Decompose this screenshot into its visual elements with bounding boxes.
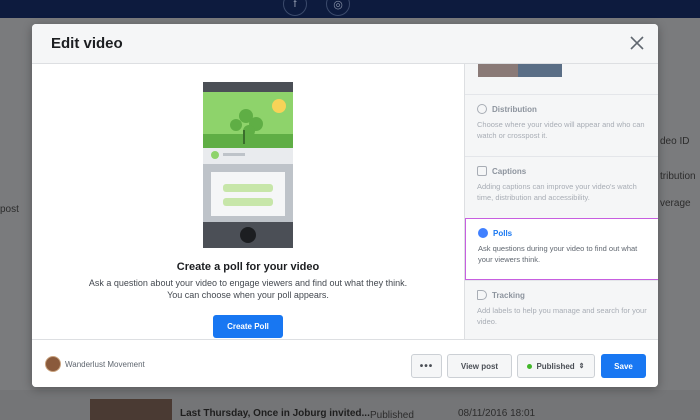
poll-panel: Create a poll for your video Ask a quest… — [32, 64, 464, 339]
save-button[interactable]: Save — [601, 354, 646, 378]
poll-heading: Create a poll for your video — [176, 261, 320, 273]
instagram-icon[interactable]: ◎ — [326, 0, 350, 16]
page-name: Wanderlust Movement — [65, 360, 145, 369]
poll-icon — [478, 228, 488, 238]
dialog-header: Edit video — [32, 24, 658, 64]
sidebar-item-label: Distribution — [492, 104, 537, 114]
sidebar-item-header: Tracking — [477, 290, 525, 300]
sidebar-item-distribution[interactable]: Distribution Choose where your video wil… — [465, 94, 658, 156]
view-post-button[interactable]: View post — [447, 354, 512, 378]
sidebar-item-tracking[interactable]: Tracking Add labels to help you manage a… — [465, 280, 658, 339]
facebook-icon[interactable]: f — [283, 0, 307, 16]
distribution-icon — [477, 104, 487, 114]
background-left-text: post — [0, 204, 19, 215]
background-video-status: Published — [370, 410, 414, 420]
sidebar-item-header: Distribution — [477, 104, 537, 114]
background-video-date: 08/11/2016 18:01 — [458, 408, 536, 419]
published-status-dot — [527, 363, 533, 369]
sidebar-item-label: Polls — [493, 228, 513, 238]
sidebar-item-header: Captions — [477, 166, 526, 176]
sidebar-item-polls[interactable]: Polls Ask questions during your video to… — [465, 218, 658, 280]
sidebar-item-captions[interactable]: Captions Adding captions can improve you… — [465, 156, 658, 218]
sidebar-item-description: Adding captions can improve your video's… — [477, 182, 637, 202]
sidebar-item-description: Ask questions during your video to find … — [478, 244, 638, 264]
dropdown-arrow-icon: ⇕ — [578, 363, 585, 370]
sidebar-item-label: Captions — [492, 166, 527, 176]
top-navigation-bar: f ◎ — [0, 0, 700, 18]
sidebar-item-description: Add labels to help you manage and search… — [477, 306, 647, 326]
dialog-footer: Wanderlust Movement ••• View post Publis… — [32, 339, 658, 387]
background-right-text-3: verage — [660, 198, 691, 209]
published-status-label: Published — [536, 361, 575, 371]
captions-icon — [477, 166, 487, 176]
close-icon[interactable] — [628, 34, 646, 52]
background-video-row: Last Thursday, Once in Joburg invited...… — [0, 390, 700, 420]
sidebar-item-header: Polls — [478, 228, 512, 238]
avatar — [45, 356, 61, 372]
background-video-title: Last Thursday, Once in Joburg invited... — [180, 408, 370, 419]
tag-icon — [477, 290, 487, 300]
video-thumbnail — [478, 64, 562, 77]
published-status-dropdown[interactable]: Published ⇕ — [517, 354, 595, 378]
settings-sidebar: Distribution Choose where your video wil… — [464, 64, 658, 339]
sidebar-item-label: Tracking — [492, 290, 525, 300]
edit-video-dialog: Edit video Create a poll for your video … — [32, 24, 658, 387]
background-right-text-1: deo ID — [660, 136, 690, 147]
poll-description: Ask a question about your video to engag… — [88, 278, 408, 300]
sidebar-item-description: Choose where your video will appear and … — [477, 120, 645, 140]
create-poll-button[interactable]: Create Poll — [213, 315, 283, 338]
dialog-title: Edit video — [51, 35, 123, 52]
more-options-button[interactable]: ••• — [411, 354, 442, 378]
background-video-thumbnail — [90, 399, 172, 420]
poll-illustration — [203, 82, 293, 248]
background-right-text-2: tribution — [660, 171, 696, 182]
